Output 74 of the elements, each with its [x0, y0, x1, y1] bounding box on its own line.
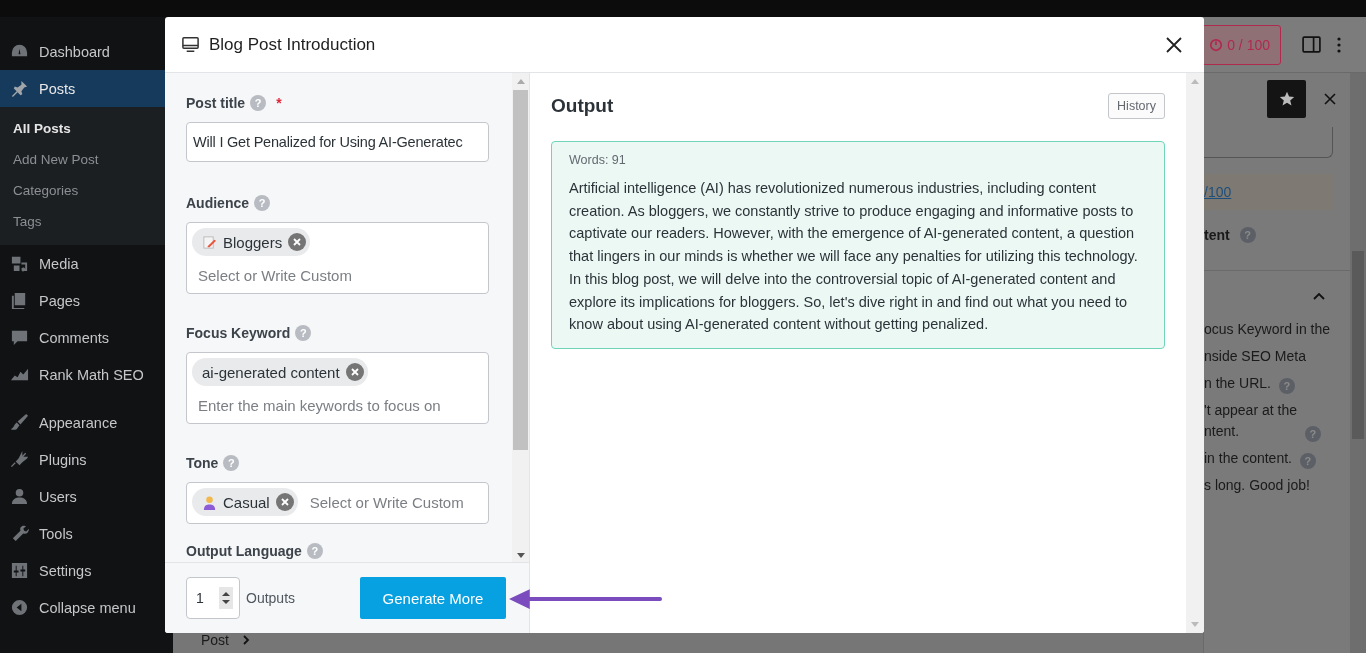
- sidebar-item[interactable]: Plugins: [0, 441, 173, 478]
- brush-icon: [10, 413, 29, 432]
- spinner-icon[interactable]: [219, 587, 233, 609]
- collapse-icon: [10, 598, 29, 617]
- person-icon: [202, 494, 217, 510]
- field-label: Output Language: [186, 543, 302, 559]
- tag-chip[interactable]: Bloggers: [192, 228, 311, 256]
- output-heading: Output: [551, 95, 614, 117]
- history-button[interactable]: History: [1108, 93, 1165, 119]
- sidebar-item[interactable]: Settings: [0, 552, 173, 589]
- check-text: in the content.: [1204, 449, 1292, 468]
- help-icon: ?: [295, 325, 312, 341]
- sliders-icon: [10, 561, 29, 580]
- sidebar-item[interactable]: Dashboard: [0, 33, 173, 70]
- remove-icon[interactable]: [288, 233, 307, 251]
- sidebar-item[interactable]: Rank Math SEO: [0, 356, 173, 393]
- help-icon: ?: [250, 95, 267, 111]
- field-label: Focus Keyword: [186, 325, 291, 341]
- tag-input-field[interactable]: Casual Select or Write Custom: [186, 482, 489, 524]
- help-icon: ?: [223, 455, 240, 471]
- sidebar-item[interactable]: Comments: [0, 319, 173, 356]
- sidebar-item[interactable]: Media: [0, 245, 173, 282]
- user-icon: [10, 487, 29, 506]
- chevron-up-icon[interactable]: [1312, 291, 1326, 301]
- post-title-field[interactable]: Will I Get Penalized for Using AI-Generatec: [186, 122, 489, 162]
- tag-input-field[interactable]: Bloggers Select or Write Custom: [186, 222, 489, 294]
- check-text: n the URL.: [1204, 374, 1271, 393]
- help-icon: ?: [254, 195, 270, 211]
- word-count: Words: 91: [569, 153, 627, 167]
- help-icon: ?: [1299, 453, 1316, 469]
- sidebar-item[interactable]: Tools: [0, 515, 173, 552]
- remove-icon[interactable]: [275, 493, 294, 511]
- output-text: Artificial intelligence (AI) has revolutionized numerous industries, including content creation. As bloggers, we constantly strive to produce engaging and informative posts to captivate our readers. However, with the emergence of AI-generated content, a question that lingers in our minds is whether we will face any penalties for utilizing this technology. In this blog post, we will delve into the controversial topic of AI-generated content and explore its implications for bloggers. So, let's dive right in and find out what you need to know about using AI-generated content without getting penalized.: [569, 179, 1139, 335]
- help-icon: ?: [1304, 426, 1321, 442]
- outputs-label: Outputs: [246, 590, 296, 606]
- close-icon[interactable]: [1166, 36, 1182, 53]
- monitor-icon: [181, 35, 200, 54]
- scrollbar[interactable]: [512, 73, 529, 562]
- comment-icon: [10, 328, 29, 347]
- star-button[interactable]: [1267, 80, 1306, 118]
- sidebar-item[interactable]: Appearance: [0, 404, 173, 441]
- check-text: s long. Good job!: [1204, 476, 1310, 495]
- sidebar-item[interactable]: Collapse menu: [0, 589, 173, 626]
- help-icon: ?: [1278, 378, 1295, 394]
- field-label: Post title: [186, 95, 246, 111]
- chevron-right-icon: [241, 635, 251, 645]
- remove-icon[interactable]: [345, 363, 364, 381]
- sidebar-toggle-icon[interactable]: [1301, 34, 1322, 55]
- breadcrumb-link[interactable]: Post: [201, 632, 229, 648]
- pin-icon: [10, 79, 29, 98]
- field-label: Audience: [186, 195, 249, 211]
- section-title: tent: [1204, 227, 1230, 243]
- plug-icon: [10, 450, 29, 469]
- sidebar-item[interactable]: Pages: [0, 282, 173, 319]
- media-icon: [10, 254, 29, 273]
- scroll-down-icon[interactable]: [516, 553, 525, 558]
- wrench-icon: [10, 524, 29, 543]
- gauge-icon: [1209, 37, 1224, 52]
- sidebar-item[interactable]: Users: [0, 478, 173, 515]
- required-mark: *: [276, 95, 282, 111]
- help-icon: ?: [1239, 227, 1256, 243]
- field-label: Tone: [186, 455, 219, 471]
- tag-input-field[interactable]: ai-generated content Enter the main keywords to focus on: [186, 352, 489, 424]
- check-text: 't appear at the ntent.: [1204, 401, 1297, 441]
- star-icon: [1278, 91, 1295, 107]
- tag-chip[interactable]: ai-generated content: [192, 358, 368, 386]
- modal-title: Blog Post Introduction: [209, 34, 376, 55]
- help-icon: ?: [306, 543, 323, 559]
- tag-chip[interactable]: Casual: [192, 488, 298, 516]
- check-text: nside SEO Meta: [1204, 347, 1306, 366]
- note-icon: [202, 234, 217, 250]
- check-text: ocus Keyword in the: [1204, 320, 1331, 339]
- scrollbar[interactable]: [1350, 73, 1366, 653]
- number-field[interactable]: 1: [186, 577, 240, 619]
